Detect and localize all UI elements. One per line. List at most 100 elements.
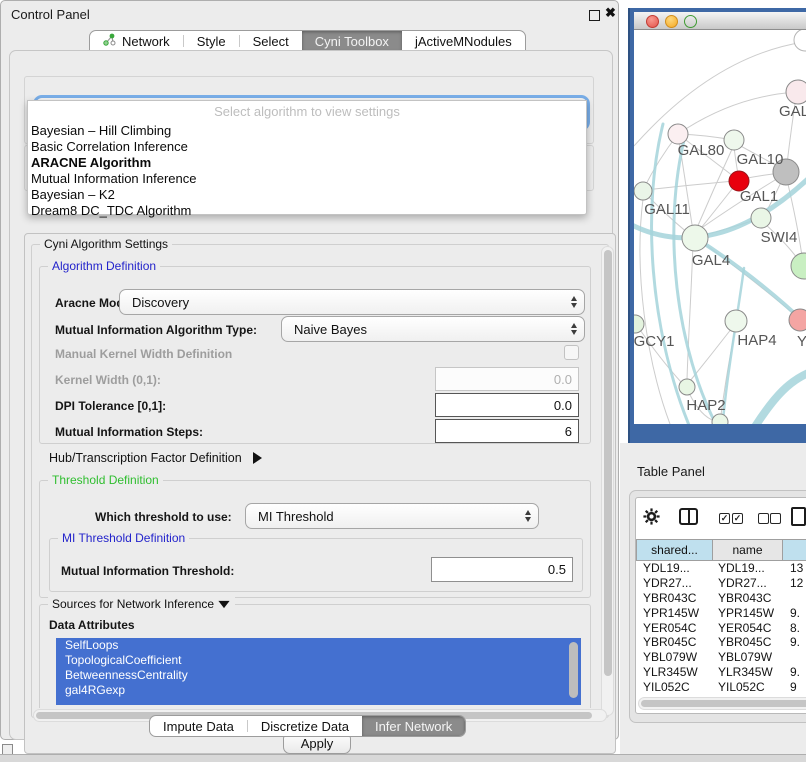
network-node[interactable] <box>634 315 644 333</box>
tab-select[interactable]: Select <box>240 31 302 51</box>
settings-vertical-scrollbar[interactable] <box>601 246 614 716</box>
table-row[interactable]: YDR27...YDR27...12 <box>636 576 806 591</box>
checked-checkbox-icon[interactable]: ✓ <box>732 513 743 524</box>
network-node-label: GAL10 <box>737 151 784 168</box>
column-layout-icon[interactable] <box>679 508 698 525</box>
mi-type-combo[interactable]: Naive Bayes <box>281 316 585 342</box>
manual-kernel-checkbox[interactable] <box>564 345 579 360</box>
network-edge-thick[interactable] <box>674 136 720 424</box>
network-node[interactable] <box>724 130 744 150</box>
mi-threshold-group-title: MI Threshold Definition <box>58 531 189 545</box>
top-tab-strip: Network Style Select Cyni Toolbox jActiv… <box>89 30 526 52</box>
settings-container: Cyni Algorithm Settings Algorithm Defini… <box>24 233 616 754</box>
network-node[interactable] <box>679 379 695 395</box>
table-row[interactable]: YBR045CYBR045C9. <box>636 635 806 650</box>
aracne-mode-combo[interactable]: Discovery <box>119 289 585 315</box>
tab-impute-data[interactable]: Impute Data <box>150 716 247 736</box>
table-row[interactable]: YIL052CYIL052C9 <box>636 679 806 694</box>
table-cell: 9. <box>784 606 800 620</box>
table-cell: YLR345W <box>636 665 713 679</box>
tab-cyni-toolbox[interactable]: Cyni Toolbox <box>302 31 402 51</box>
table-horizontal-scrollbar-thumb[interactable] <box>641 700 806 707</box>
tab-style[interactable]: Style <box>184 31 239 51</box>
mi-threshold-field[interactable]: 0.5 <box>431 557 573 582</box>
network-node[interactable] <box>751 208 771 228</box>
table-cell: 9 <box>784 680 797 694</box>
dropdown-item[interactable]: Mutual Information Inference <box>31 171 196 186</box>
table-header-name[interactable]: name <box>712 539 783 561</box>
network-node[interactable] <box>712 414 728 424</box>
tab-network[interactable]: Network <box>90 31 183 51</box>
checked-checkbox-icon[interactable]: ✓ <box>719 513 730 524</box>
network-node-label: GAL11 <box>644 201 690 218</box>
mi-steps-label: Mutual Information Steps: <box>55 425 203 439</box>
dropdown-item[interactable]: Bayesian – Hill Climbing <box>31 123 171 138</box>
network-node[interactable] <box>791 253 806 279</box>
tab-discretize-data[interactable]: Discretize Data <box>248 716 362 736</box>
unchecked-checkbox-icon[interactable] <box>758 513 769 524</box>
table-cell: YLR345W <box>713 665 784 679</box>
hub-definition-expander[interactable]: Hub/Transcription Factor Definition <box>49 451 262 465</box>
float-panel-icon[interactable] <box>589 10 600 21</box>
dropdown-item[interactable]: Bayesian – K2 <box>31 187 115 202</box>
list-item[interactable]: gal4RGexp <box>56 683 581 698</box>
table-cell: YBR045C <box>636 635 713 649</box>
dropdown-item[interactable]: Dream8 DC_TDC Algorithm <box>31 203 191 218</box>
list-item[interactable]: BetweennessCentrality <box>56 668 581 683</box>
table-settings-gear-icon[interactable] <box>643 508 660 530</box>
network-edge[interactable] <box>696 147 733 230</box>
table-header-shared-name[interactable]: shared... <box>636 539 713 561</box>
list-item[interactable]: SelfLoops <box>56 638 581 653</box>
table-cell: YPR145W <box>713 606 784 620</box>
table-header-extra[interactable] <box>782 539 806 561</box>
sources-group-title[interactable]: Sources for Network Inference <box>48 597 235 611</box>
dropdown-placeholder: Select algorithm to view settings <box>28 104 586 119</box>
table-row[interactable]: YPR145WYPR145W9. <box>636 605 806 620</box>
list-item[interactable]: TopologicalCoefficient <box>56 653 581 668</box>
document-icon[interactable] <box>791 507 806 526</box>
network-window-titlebar[interactable] <box>634 12 806 30</box>
table-row[interactable]: YDL19...YDL19...13 <box>636 561 806 576</box>
combo-stepper-icon <box>571 323 577 335</box>
network-edge[interactable] <box>645 181 734 190</box>
table-row[interactable]: YLR345WYLR345W9. <box>636 665 806 680</box>
list-scrollbar-thumb[interactable] <box>569 642 578 698</box>
network-node-label: GAL4 <box>692 252 730 269</box>
maximize-traffic-light[interactable] <box>684 15 697 28</box>
network-node[interactable] <box>668 124 688 144</box>
network-node[interactable] <box>634 182 652 200</box>
data-attributes-list[interactable]: SelfLoops TopologicalCoefficient Between… <box>56 638 581 705</box>
network-node[interactable] <box>789 309 806 331</box>
table-row[interactable]: YBR043CYBR043C <box>636 591 806 606</box>
settings-vertical-scrollbar-thumb[interactable] <box>604 250 612 676</box>
table-horizontal-scrollbar[interactable] <box>638 697 806 710</box>
network-node[interactable] <box>725 310 747 332</box>
close-icon[interactable]: ✖ <box>605 5 616 21</box>
close-traffic-light[interactable] <box>646 15 659 28</box>
network-edge-thick[interactable] <box>751 370 806 424</box>
network-view[interactable]: GALGAL80GAL10GAL1GAL11SWI4GAL4GCY1HAP4YH… <box>634 30 806 424</box>
dropdown-item-selected[interactable]: ARACNE Algorithm <box>31 155 151 170</box>
mi-steps-field[interactable]: 6 <box>435 419 579 443</box>
dropdown-item[interactable]: Basic Correlation Inference <box>31 139 188 154</box>
network-node[interactable] <box>682 225 708 251</box>
table-row[interactable]: YER054CYER054C8. <box>636 620 806 635</box>
tab-jactivemnodules[interactable]: jActiveMNodules <box>402 31 525 51</box>
which-threshold-label: Which threshold to use: <box>95 510 232 524</box>
unchecked-checkbox-icon[interactable] <box>770 513 781 524</box>
which-threshold-combo[interactable]: MI Threshold <box>245 503 539 529</box>
kernel-width-field[interactable]: 0.0 <box>435 367 579 391</box>
table-row[interactable]: YBL079WYBL079W <box>636 650 806 665</box>
minimize-traffic-light[interactable] <box>665 15 678 28</box>
expander-expanded-icon <box>219 601 230 608</box>
threshold-definition-title: Threshold Definition <box>48 473 163 487</box>
screenshot-root: Control Panel ✖ Network Style <box>0 0 806 762</box>
combo-stepper-icon <box>571 296 577 308</box>
table-cell: YIL052C <box>636 680 713 694</box>
dpi-tolerance-field[interactable]: 0.0 <box>435 393 579 417</box>
network-node[interactable] <box>794 30 806 51</box>
tab-select-label: Select <box>253 34 289 49</box>
which-threshold-value: MI Threshold <box>246 509 334 524</box>
network-node[interactable] <box>786 80 806 104</box>
tab-infer-network[interactable]: Infer Network <box>362 716 465 736</box>
